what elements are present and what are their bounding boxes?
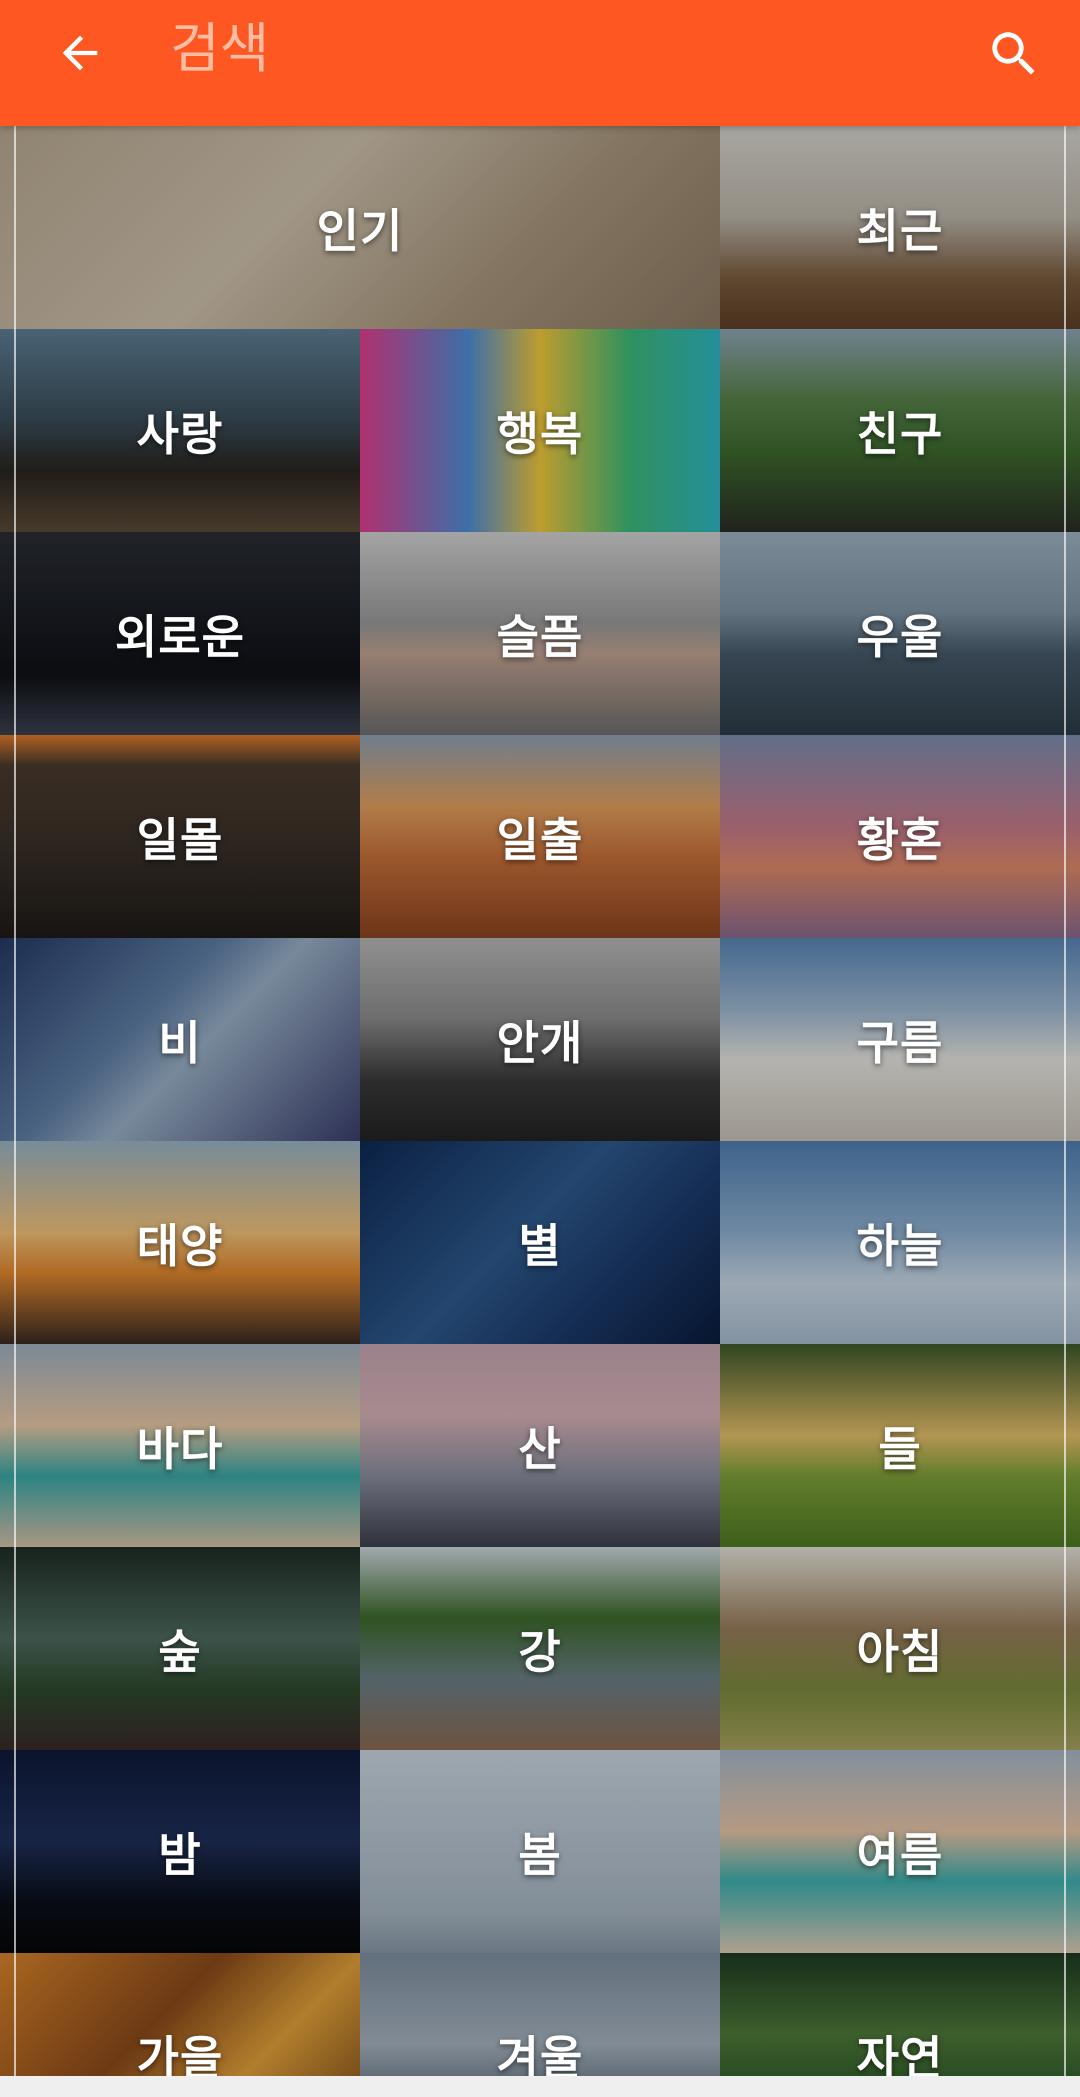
category-label: 자연	[856, 2030, 944, 2077]
category-tile[interactable]: 황혼	[720, 735, 1080, 938]
category-tile[interactable]: 비	[0, 938, 360, 1141]
category-label: 슬픔	[496, 609, 584, 664]
category-label: 우울	[856, 609, 944, 664]
category-tile[interactable]: 자연	[720, 1953, 1080, 2076]
category-label: 아침	[856, 1624, 944, 1679]
category-tile[interactable]: 강	[360, 1547, 720, 1750]
category-label: 일몰	[136, 812, 224, 867]
category-label: 가을	[136, 2030, 224, 2077]
bottom-strip	[0, 2076, 1080, 2097]
category-tile[interactable]: 최근	[720, 126, 1080, 329]
category-label: 황혼	[856, 812, 944, 867]
category-label: 들	[878, 1421, 922, 1476]
search-icon	[992, 32, 1035, 75]
category-label: 구름	[856, 1015, 944, 1070]
category-label: 산	[518, 1421, 562, 1476]
category-tile[interactable]: 태양	[0, 1141, 360, 1344]
category-tile[interactable]: 친구	[720, 329, 1080, 532]
category-tile[interactable]: 밤	[0, 1750, 360, 1953]
category-label: 인기	[316, 203, 404, 258]
category-tile[interactable]: 들	[720, 1344, 1080, 1547]
arrow-left-icon	[62, 35, 98, 71]
category-tile[interactable]: 구름	[720, 938, 1080, 1141]
category-label: 밤	[158, 1827, 202, 1882]
category-tile[interactable]: 바다	[0, 1344, 360, 1547]
category-tile[interactable]: 슬픔	[360, 532, 720, 735]
category-tile[interactable]: 안개	[360, 938, 720, 1141]
category-grid: 인기 최근사랑 행복 친구외로운 슬픔 우울일몰 일출 황혼비 안개 구름태양 별 하늘바다 산 들숲 강 아…	[0, 126, 1080, 2076]
category-label: 일출	[496, 812, 584, 867]
category-label: 비	[158, 1015, 202, 1070]
category-label: 외로운	[115, 609, 245, 664]
category-tile[interactable]: 아침	[720, 1547, 1080, 1750]
category-label: 최근	[856, 203, 944, 258]
category-label: 별	[518, 1218, 562, 1273]
category-label: 바다	[136, 1421, 224, 1476]
category-tile[interactable]: 우울	[720, 532, 1080, 735]
category-tile[interactable]: 숲	[0, 1547, 360, 1750]
edge-divider-left	[14, 126, 16, 2076]
app-bar: 검색	[0, 0, 1080, 126]
category-tile[interactable]: 봄	[360, 1750, 720, 1953]
category-label: 안개	[496, 1015, 584, 1070]
category-label: 사랑	[136, 406, 224, 461]
category-tile[interactable]: 여름	[720, 1750, 1080, 1953]
category-tile[interactable]: 사랑	[0, 329, 360, 532]
category-tile[interactable]: 가을	[0, 1953, 360, 2076]
category-label: 친구	[856, 406, 944, 461]
page-title: 검색	[170, 17, 270, 80]
category-tile[interactable]: 일출	[360, 735, 720, 938]
category-tile[interactable]: 겨울	[360, 1953, 720, 2076]
category-tile[interactable]: 행복	[360, 329, 720, 532]
category-tile[interactable]: 일몰	[0, 735, 360, 938]
search-button[interactable]	[974, 14, 1054, 94]
category-label: 숲	[158, 1624, 202, 1679]
category-tile[interactable]: 별	[360, 1141, 720, 1344]
category-tile[interactable]: 인기	[0, 126, 720, 329]
category-label: 행복	[496, 406, 584, 461]
category-label: 여름	[856, 1827, 944, 1882]
back-button[interactable]	[46, 19, 114, 87]
category-tile[interactable]: 산	[360, 1344, 720, 1547]
category-label: 태양	[136, 1218, 224, 1273]
category-label: 겨울	[496, 2030, 584, 2077]
category-label: 강	[518, 1624, 562, 1679]
edge-divider-right	[1064, 126, 1066, 2076]
category-label: 하늘	[856, 1218, 944, 1273]
category-tile[interactable]: 외로운	[0, 532, 360, 735]
category-tile[interactable]: 하늘	[720, 1141, 1080, 1344]
category-label: 봄	[518, 1827, 562, 1882]
